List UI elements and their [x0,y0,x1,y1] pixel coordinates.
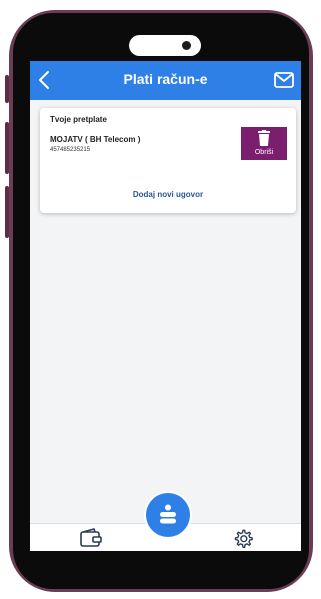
back-button[interactable] [33,68,55,92]
subscriptions-card: Tvoje pretplate MOJATV ( BH Telecom ) 45… [40,108,296,213]
wallet-icon [80,528,102,547]
mail-button[interactable] [273,70,295,90]
phone-side-button [5,186,9,238]
subscription-name: MOJATV ( BH Telecom ) [50,135,141,144]
camera-icon [182,41,191,50]
camera-notch [129,35,201,56]
chevron-left-icon [39,71,49,89]
trash-icon [258,130,270,146]
delete-subscription-button[interactable]: Obriši [241,127,287,160]
app-header: Plati račun-e [30,61,301,100]
settings-nav-button[interactable] [232,528,254,550]
bank-logo-icon [160,504,176,524]
app-screen: Plati račun-e Tvoje pretplate MOJATV ( B… [30,61,301,551]
bank-home-button[interactable] [146,493,190,537]
wallet-nav-button[interactable] [79,527,103,549]
phone-side-button [5,75,9,103]
phone-side-button [5,122,9,174]
add-contract-link[interactable]: Dodaj novi ugovor [40,190,296,199]
section-title: Tvoje pretplate [50,115,107,124]
delete-button-label: Obriši [254,149,274,156]
gear-icon [234,529,253,548]
mail-icon [274,72,294,88]
subscription-number: 457485235215 [50,147,91,153]
page-title: Plati račun-e [123,71,208,87]
